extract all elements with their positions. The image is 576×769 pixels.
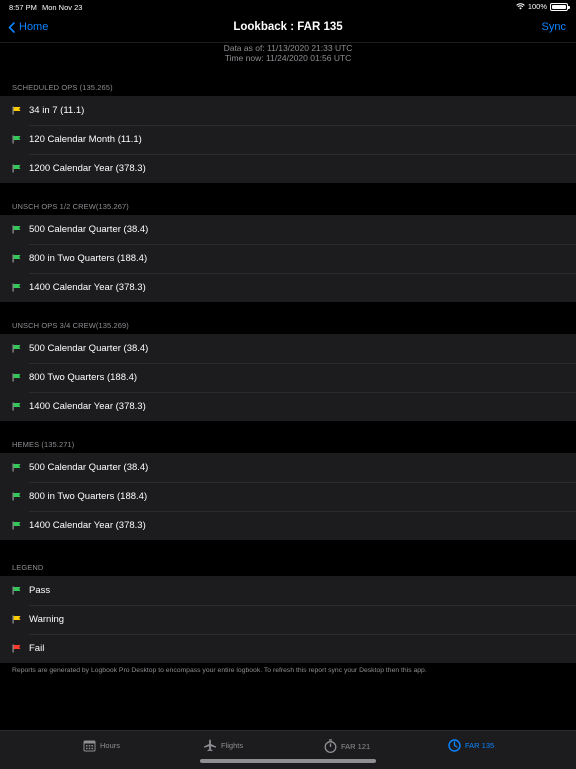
legend-item-pass: Pass [0, 576, 576, 605]
row-label: 1400 Calendar Year (378.3) [29, 282, 146, 293]
tab-label: FAR 121 [341, 741, 371, 751]
section-unsch-ops-half-crew: 500 Calendar Quarter (38.4) 800 in Two Q… [0, 215, 576, 302]
list-item[interactable]: 1400 Calendar Year (378.3) [0, 392, 576, 421]
status-time: 8:57 PM [9, 3, 37, 12]
footnote: Reports are generated by Logbook Pro Des… [12, 667, 427, 674]
flag-icon [12, 521, 21, 530]
flag-icon [12, 344, 21, 353]
list-item[interactable]: 500 Calendar Quarter (38.4) [0, 334, 576, 363]
tab-label: FAR 135 [465, 741, 495, 750]
section-hemes: 500 Calendar Quarter (38.4) 800 in Two Q… [0, 453, 576, 540]
row-label: 34 in 7 (11.1) [29, 105, 85, 116]
section-legend: Pass Warning Fail [0, 576, 576, 663]
row-label: 1200 Calendar Year (378.3) [29, 163, 146, 174]
row-label: 1400 Calendar Year (378.3) [29, 520, 146, 531]
stopwatch-icon [324, 739, 337, 753]
row-label: Warning [29, 614, 65, 625]
page-title: Lookback : FAR 135 [233, 21, 343, 33]
section-header: SCHEDULED OPS (135.265) [12, 83, 113, 92]
list-item[interactable]: 800 in Two Quarters (188.4) [0, 482, 576, 511]
legend-item-warning: Warning [0, 605, 576, 634]
flag-icon [12, 225, 21, 234]
row-label: 120 Calendar Month (11.1) [29, 134, 142, 145]
list-item[interactable]: 34 in 7 (11.1) [0, 96, 576, 125]
flag-icon [12, 615, 21, 624]
row-label: 500 Calendar Quarter (38.4) [29, 224, 149, 235]
section-header: UNSCH OPS 3/4 CREW(135.269) [12, 321, 129, 330]
row-label: 800 Two Quarters (188.4) [29, 372, 138, 383]
tab-flights[interactable]: Flights [203, 739, 243, 752]
flag-icon [12, 492, 21, 501]
status-date: Mon Nov 23 [42, 3, 83, 12]
tab-bar: Hours Flights FAR 121 FAR 135 [0, 730, 576, 769]
time-now: Time now: 11/24/2020 01:56 UTC [224, 53, 352, 63]
status-right: 100% [516, 2, 570, 11]
row-label: Pass [29, 585, 51, 596]
data-info: Data as of: 11/13/2020 21:33 UTC Time no… [0, 43, 576, 63]
flag-icon [12, 586, 21, 595]
legend-item-fail: Fail [0, 634, 576, 663]
section-header: LEGEND [12, 563, 44, 572]
battery-icon [550, 2, 570, 11]
list-item[interactable]: 120 Calendar Month (11.1) [0, 125, 576, 154]
flag-icon [12, 373, 21, 382]
row-label: Fail [29, 643, 45, 654]
home-indicator [200, 759, 376, 763]
tab-label: Flights [221, 741, 244, 750]
calendar-icon [83, 740, 96, 752]
row-label: 800 in Two Quarters (188.4) [29, 253, 148, 264]
list-item[interactable]: 1400 Calendar Year (378.3) [0, 273, 576, 302]
data-as-of: Data as of: 11/13/2020 21:33 UTC [223, 43, 353, 53]
wifi-icon [516, 3, 525, 10]
row-label: 500 Calendar Quarter (38.4) [29, 343, 149, 354]
flag-icon [12, 164, 21, 173]
tab-hours[interactable]: Hours [83, 739, 120, 752]
sync-button[interactable]: Sync [542, 21, 566, 33]
list-item[interactable]: 500 Calendar Quarter (38.4) [0, 453, 576, 482]
section-scheduled-ops: 34 in 7 (11.1) 120 Calendar Month (11.1)… [0, 96, 576, 183]
section-unsch-ops-three-quarter-crew: 500 Calendar Quarter (38.4) 800 Two Quar… [0, 334, 576, 421]
flag-icon [12, 402, 21, 411]
row-label: 500 Calendar Quarter (38.4) [29, 462, 149, 473]
flag-icon [12, 106, 21, 115]
list-item[interactable]: 1400 Calendar Year (378.3) [0, 511, 576, 540]
list-item[interactable]: 500 Calendar Quarter (38.4) [0, 215, 576, 244]
tab-far-121[interactable]: FAR 121 [324, 739, 370, 753]
airplane-icon [204, 739, 216, 752]
flag-icon [12, 644, 21, 653]
clock-icon [448, 739, 461, 752]
row-label: 1400 Calendar Year (378.3) [29, 401, 146, 412]
battery-percent: 100% [527, 2, 547, 11]
flag-icon [12, 135, 21, 144]
list-item[interactable]: 1200 Calendar Year (378.3) [0, 154, 576, 183]
flag-icon [12, 463, 21, 472]
row-label: 800 in Two Quarters (188.4) [29, 491, 148, 502]
list-item[interactable]: 800 Two Quarters (188.4) [0, 363, 576, 392]
section-header: HEMES (135.271) [12, 440, 75, 449]
section-header: UNSCH OPS 1/2 CREW(135.267) [12, 202, 129, 211]
flag-icon [12, 254, 21, 263]
flag-icon [12, 283, 21, 292]
list-item[interactable]: 800 in Two Quarters (188.4) [0, 244, 576, 273]
status-bar: 8:57 PM Mon Nov 23 100% [0, 0, 576, 14]
tab-far-135[interactable]: FAR 135 [448, 739, 494, 752]
navigation-bar: Home Lookback : FAR 135 Sync [0, 14, 576, 43]
tab-label: Hours [100, 741, 121, 750]
